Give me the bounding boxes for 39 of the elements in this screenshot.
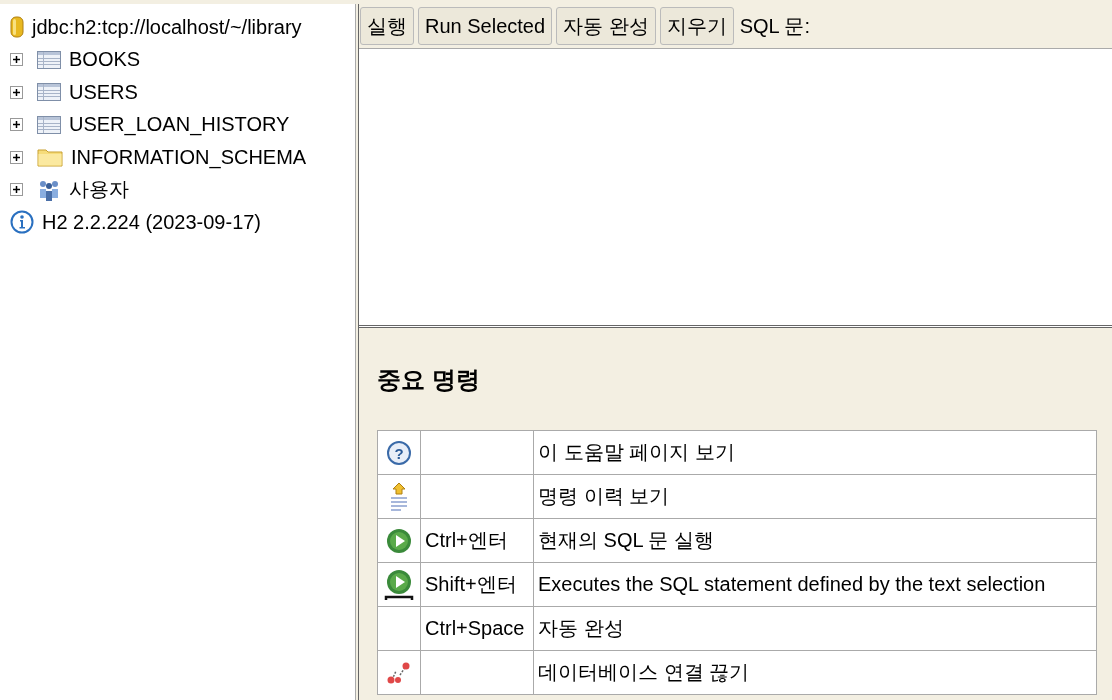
table-icon: [37, 83, 61, 102]
folder-icon: [37, 147, 63, 168]
command-description: 명령 이력 보기: [538, 485, 670, 507]
shortcut-text: Shift+엔터: [425, 573, 517, 595]
command-description: 이 도움말 페이지 보기: [538, 441, 735, 463]
users-icon: [37, 178, 61, 201]
history-icon[interactable]: [388, 481, 410, 512]
version-label: H2 2.2.224 (2023-09-17): [42, 210, 262, 234]
command-description: 현재의 SQL 문 실행: [538, 529, 714, 551]
help-icon[interactable]: ?: [386, 439, 412, 466]
tree-item[interactable]: USERS: [69, 80, 138, 104]
shortcut-text: Ctrl+엔터: [425, 529, 508, 551]
toolbar-button[interactable]: Run Selected: [418, 7, 553, 45]
tree-item[interactable]: 사용자: [69, 176, 129, 204]
table-icon: [37, 50, 61, 69]
expand-icon[interactable]: [10, 183, 23, 197]
connection-label[interactable]: jdbc:h2:tcp://localhost/~/library: [32, 15, 302, 39]
expand-icon[interactable]: [10, 150, 23, 164]
expand-icon[interactable]: [10, 53, 23, 67]
tree-item[interactable]: USER_LOAN_HISTORY: [69, 113, 290, 137]
toolbar-button[interactable]: 자동 완성: [556, 7, 656, 45]
toolbar-button[interactable]: 실행: [360, 7, 414, 45]
command-description: 자동 완성: [538, 617, 624, 639]
help-title: 중요 명령: [377, 365, 481, 395]
expand-icon[interactable]: [10, 85, 23, 99]
shortcut-text: Ctrl+Space: [425, 617, 525, 639]
tree-item[interactable]: INFORMATION_SCHEMA: [71, 145, 307, 169]
disconnect-icon[interactable]: [386, 660, 412, 685]
command-description: Executes the SQL statement defined by the text selection: [538, 573, 1046, 595]
info-icon: [10, 210, 34, 235]
run-icon[interactable]: [386, 527, 412, 554]
database-icon: [10, 16, 24, 39]
toolbar-button[interactable]: 지우기: [659, 7, 734, 45]
command-description: 데이터베이스 연결 끊기: [538, 661, 750, 683]
run-selection-icon[interactable]: [383, 568, 415, 601]
table-icon: [37, 115, 61, 134]
sql-label: SQL 문:: [739, 13, 811, 39]
expand-icon[interactable]: [10, 118, 23, 132]
tree-item[interactable]: BOOKS: [69, 48, 141, 72]
